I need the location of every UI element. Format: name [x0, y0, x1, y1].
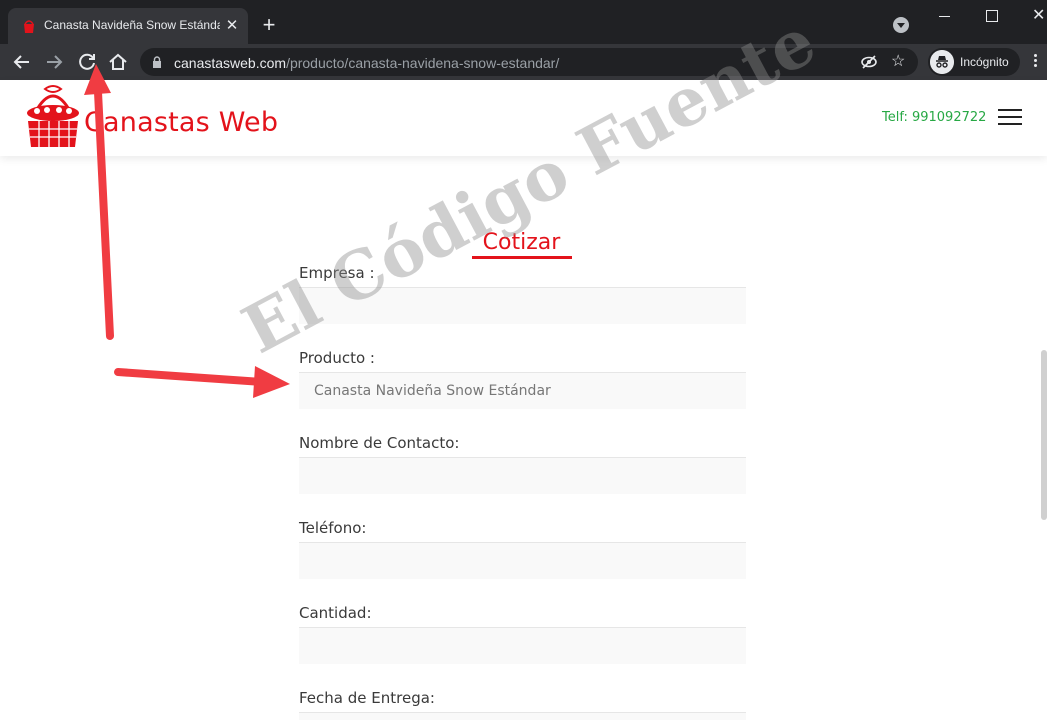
- basket-logo-icon[interactable]: [25, 83, 81, 151]
- form-title: Cotizar: [482, 230, 561, 255]
- fecha-entrega-field[interactable]: [299, 712, 746, 720]
- title-underline: [472, 256, 572, 259]
- tab-strip: Canasta Navideña Snow Estándar ✕ + ✕: [0, 0, 1047, 44]
- back-icon[interactable]: [10, 50, 34, 74]
- close-icon[interactable]: ✕: [222, 16, 242, 36]
- browser-tab[interactable]: Canasta Navideña Snow Estándar ✕: [8, 8, 248, 44]
- new-tab-icon[interactable]: +: [258, 14, 280, 36]
- phone-number[interactable]: Telf: 991092722: [882, 110, 986, 125]
- producto-label: Producto :: [299, 349, 375, 367]
- lock-icon: [153, 56, 161, 68]
- browser-window: Canasta Navideña Snow Estándar ✕ + ✕ can…: [0, 0, 1047, 720]
- close-window-icon[interactable]: ✕: [1014, 4, 1047, 28]
- nombre-contacto-label: Nombre de Contacto:: [299, 434, 460, 452]
- forward-icon[interactable]: [42, 50, 66, 74]
- cantidad-label: Cantidad:: [299, 604, 372, 622]
- incognito-badge[interactable]: Incógnito: [928, 48, 1020, 76]
- url-host: canastasweb.com: [174, 55, 287, 71]
- menu-icon[interactable]: [1032, 52, 1038, 72]
- incognito-label: Incógnito: [960, 55, 1009, 69]
- site-header: Canastas Web Telf: 991092722: [0, 80, 1047, 156]
- url-path: /producto/canasta-navidena-snow-estandar…: [286, 55, 560, 71]
- nombre-contacto-field[interactable]: [299, 457, 746, 494]
- telefono-label: Teléfono:: [299, 519, 367, 537]
- hamburger-menu-icon[interactable]: [998, 109, 1022, 127]
- tab-search-icon[interactable]: [893, 17, 909, 33]
- favicon-icon: [24, 20, 34, 33]
- page-content: Canastas Web Telf: 991092722 Cotizar Emp…: [0, 80, 1047, 720]
- home-icon[interactable]: [106, 50, 130, 74]
- cantidad-field[interactable]: [299, 627, 746, 664]
- maximize-icon[interactable]: [968, 4, 1014, 28]
- incognito-icon: [930, 50, 954, 74]
- brand-name[interactable]: Canastas Web: [84, 107, 278, 138]
- address-bar[interactable]: canastasweb.com/producto/canasta-naviden…: [140, 48, 918, 76]
- fecha-entrega-label: Fecha de Entrega:: [299, 689, 435, 707]
- eye-off-icon[interactable]: [860, 54, 878, 70]
- url-text[interactable]: canastasweb.com/producto/canasta-naviden…: [174, 55, 559, 71]
- tab-title: Canasta Navideña Snow Estándar: [44, 18, 220, 32]
- minimize-icon[interactable]: [922, 4, 968, 28]
- producto-field[interactable]: [299, 372, 746, 409]
- reload-icon[interactable]: [75, 50, 99, 74]
- page-scrollbar[interactable]: [1041, 350, 1047, 520]
- browser-toolbar: canastasweb.com/producto/canasta-naviden…: [0, 44, 1047, 80]
- empresa-field[interactable]: [299, 287, 746, 324]
- telefono-field[interactable]: [299, 542, 746, 579]
- star-icon[interactable]: ☆: [891, 51, 905, 71]
- empresa-label: Empresa :: [299, 264, 375, 282]
